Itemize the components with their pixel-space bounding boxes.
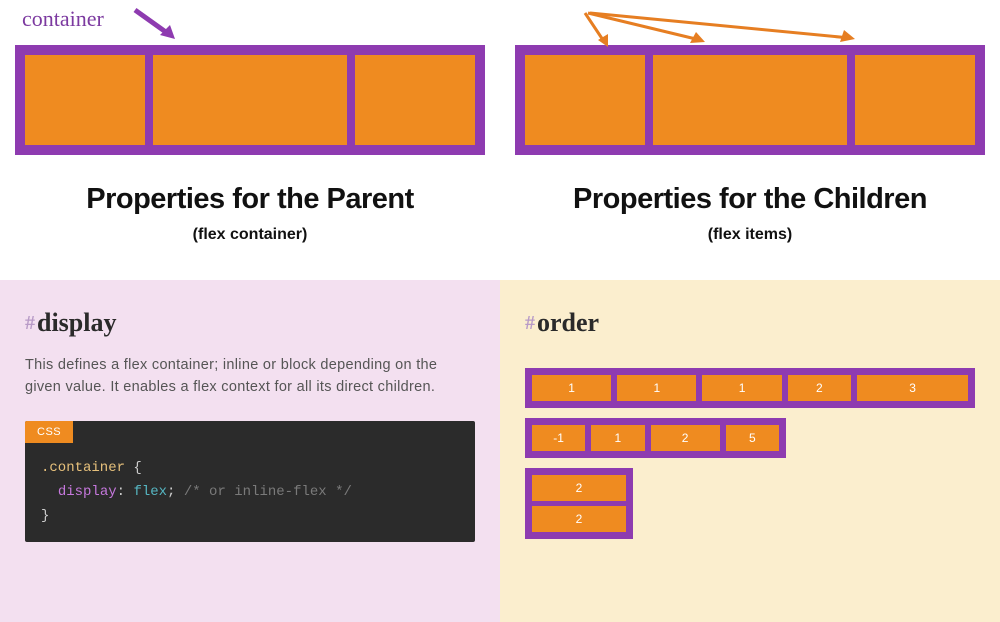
parent-column: container Properties for the Parent (fle… xyxy=(0,0,500,280)
order-title: #order xyxy=(525,308,975,338)
display-description: This defines a flex container; inline or… xyxy=(25,354,445,399)
order-cell: 5 xyxy=(726,425,779,451)
parent-heading: Properties for the Parent xyxy=(15,183,485,216)
code-body: .container { display: flex; /* or inline… xyxy=(25,443,475,542)
order-cell: 1 xyxy=(532,375,611,401)
order-row: -1 1 2 5 xyxy=(525,418,786,458)
order-cell: 2 xyxy=(651,425,720,451)
order-cell: 2 xyxy=(532,506,626,532)
demo-box xyxy=(153,55,348,145)
order-cell: 1 xyxy=(617,375,696,401)
order-cell: 2 xyxy=(532,475,626,501)
order-row: 2 2 xyxy=(525,468,633,539)
items-demo xyxy=(515,45,985,155)
hash-icon: # xyxy=(25,312,35,334)
order-row: 1 1 1 2 3 xyxy=(525,368,975,408)
demo-box xyxy=(25,55,145,145)
display-section: #display This defines a flex container; … xyxy=(0,280,500,622)
demo-box xyxy=(855,55,975,145)
order-cell: 2 xyxy=(788,375,851,401)
container-demo xyxy=(15,45,485,155)
demo-box xyxy=(355,55,475,145)
demo-box xyxy=(653,55,848,145)
order-section: #order 1 1 1 2 3 -1 1 2 5 2 2 xyxy=(500,280,1000,622)
order-cell: 1 xyxy=(702,375,781,401)
code-block: CSS .container { display: flex; /* or in… xyxy=(25,421,475,542)
code-language-tab: CSS xyxy=(25,421,73,443)
demo-box xyxy=(525,55,645,145)
children-subheading: (flex items) xyxy=(515,226,985,244)
parent-subheading: (flex container) xyxy=(15,226,485,244)
arrow-down-right-icon xyxy=(130,5,190,45)
arrows-icon xyxy=(580,8,880,53)
children-heading: Properties for the Children xyxy=(515,183,985,216)
hash-icon: # xyxy=(525,312,535,334)
container-label: container xyxy=(22,6,104,32)
display-title: #display xyxy=(25,308,475,338)
order-cell: 1 xyxy=(591,425,644,451)
order-cell: -1 xyxy=(532,425,585,451)
children-column: items Properties for the Children (flex … xyxy=(500,0,1000,280)
order-cell: 3 xyxy=(857,375,968,401)
